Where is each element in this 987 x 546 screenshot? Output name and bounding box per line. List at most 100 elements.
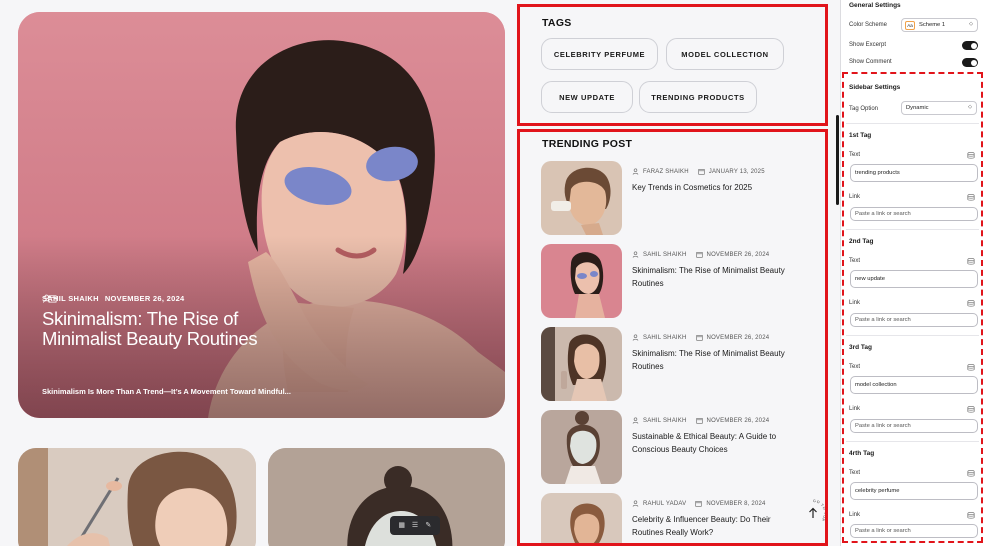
post-thumbnail[interactable] [541, 493, 622, 543]
tag-link-input[interactable]: Paste a link or search [850, 207, 978, 221]
post-thumbnail[interactable] [541, 327, 622, 401]
database-icon[interactable] [967, 152, 975, 159]
post-meta: SAHIL SHAIKH NOVEMBER 26, 2024 [632, 251, 769, 258]
post-date: JANUARY 13, 2025 [708, 168, 765, 175]
image-icon[interactable]: ▦ [398, 522, 406, 530]
database-icon[interactable] [967, 258, 975, 265]
featured-post-date: NOVEMBER 26, 2024 [104, 294, 185, 303]
tag-text-input[interactable]: new update [850, 270, 978, 288]
color-scheme-swatch: Aa [905, 20, 915, 30]
tag-group-heading: 3rd Tag [849, 344, 872, 351]
list-icon[interactable]: ☰ [411, 522, 419, 530]
post-title[interactable]: Key Trends in Cosmetics for 2025 [632, 181, 792, 194]
tag-text-input[interactable]: model collection [850, 376, 978, 394]
tag-link-label: Link [849, 512, 861, 518]
tag-link-input[interactable]: Paste a link or search [850, 419, 978, 433]
tag-model-collection[interactable]: MODEL COLLECTION [666, 38, 784, 70]
post-date: NOVEMBER 26, 2024 [706, 334, 770, 341]
tag-option-value: Dynamic [906, 105, 929, 111]
tag-new-update[interactable]: NEW UPDATE [541, 81, 633, 113]
post-thumbnail[interactable] [541, 244, 622, 318]
tag-option-label: Tag Option [849, 106, 879, 112]
show-comment-toggle[interactable] [962, 58, 978, 67]
database-icon[interactable] [967, 512, 975, 519]
post-title[interactable]: Sustainable & Ethical Beauty: A Guide to… [632, 430, 792, 456]
arrow-up-icon [809, 507, 817, 518]
color-scheme-label: Color Scheme [849, 22, 888, 28]
trending-post-item[interactable]: SAHIL SHAIKH NOVEMBER 26, 2024 Skinimali… [541, 327, 821, 401]
color-scheme-value: Scheme 1 [919, 22, 946, 28]
post-author[interactable]: FARAZ SHAIKH [643, 169, 689, 175]
divider [846, 441, 979, 442]
sidebar-settings-section: Sidebar Settings Tag Option Dynamic ◇ 1s… [842, 72, 983, 543]
chevron-down-icon: ◇ [969, 21, 973, 27]
database-icon[interactable] [967, 406, 975, 413]
post-author[interactable]: RAHUL YADAV [643, 501, 686, 507]
featured-post-card[interactable]: SAHIL SHAIKH NOVEMBER 26, 2024 Skinimali… [18, 12, 505, 418]
post-author[interactable]: SAHIL SHAIKH [643, 252, 687, 258]
calendar-icon [695, 335, 703, 341]
tag-link-input[interactable]: Paste a link or search [850, 524, 978, 538]
post-title[interactable]: Skinimalism: The Rise of Minimalist Beau… [632, 264, 792, 290]
tag-text-label: Text [849, 258, 861, 264]
divider [846, 229, 979, 230]
trending-post-item[interactable]: FARAZ SHAIKH JANUARY 13, 2025 Key Trends… [541, 161, 821, 235]
post-title[interactable]: Skinimalism: The Rise of Minimalist Beau… [632, 347, 792, 373]
tag-celebrity-perfume[interactable]: CELEBRITY PERFUME [541, 38, 658, 70]
post-thumbnail[interactable] [541, 410, 622, 484]
tag-text-input[interactable]: celebrity perfume [850, 482, 978, 500]
tags-title: TAGS [542, 17, 572, 29]
color-scheme-select[interactable]: Aa Scheme 1 ◇ [901, 18, 978, 32]
tag-group-heading: 4rth Tag [849, 450, 875, 457]
tag-link-label: Link [849, 300, 861, 306]
calendar-icon [695, 501, 702, 507]
divider [846, 123, 979, 124]
show-excerpt-toggle[interactable] [962, 41, 978, 50]
database-icon[interactable] [967, 364, 975, 371]
trending-post-item[interactable]: SAHIL SHAIKH NOVEMBER 26, 2024 Sustainab… [541, 410, 821, 484]
calendar-icon [698, 169, 705, 175]
sidebar-settings-heading: Sidebar Settings [849, 84, 901, 91]
tag-group-heading: 1st Tag [849, 132, 872, 139]
post-date: NOVEMBER 8, 2024 [706, 500, 766, 507]
tag-text-input[interactable]: trending products [850, 164, 978, 182]
calendar-icon [695, 252, 703, 258]
trending-post-item[interactable]: RAHUL YADAV NOVEMBER 8, 2024 Celebrity &… [541, 493, 821, 543]
post-card-image [268, 448, 505, 546]
show-excerpt-label: Show Excerpt [849, 42, 887, 48]
post-author[interactable]: SAHIL SHAIKH [643, 418, 687, 424]
database-icon[interactable] [967, 470, 975, 477]
tag-link-label: Link [849, 194, 861, 200]
edit-icon[interactable]: ✎ [424, 522, 432, 530]
tag-text-label: Text [849, 470, 861, 476]
floating-toolbar[interactable]: ▦ ☰ ✎ [390, 516, 440, 535]
tag-text-label: Text [849, 152, 861, 158]
post-meta: FARAZ SHAIKH JANUARY 13, 2025 [632, 168, 765, 175]
trending-post-item[interactable]: SAHIL SHAIKH NOVEMBER 26, 2024 Skinimali… [541, 244, 821, 318]
tag-link-label: Link [849, 406, 861, 412]
chevron-down-icon: ◇ [968, 104, 972, 110]
post-title[interactable]: Celebrity & Influencer Beauty: Do Their … [632, 513, 792, 539]
scrollbar[interactable] [836, 115, 839, 205]
featured-post-title[interactable]: Skinimalism: The Rise of Minimalist Beau… [42, 309, 282, 348]
database-icon[interactable] [967, 300, 975, 307]
author-icon [632, 417, 639, 424]
show-comment-label: Show Comment [849, 59, 892, 65]
post-author[interactable]: SAHIL SHAIKH [643, 335, 687, 341]
tag-group-heading: 2nd Tag [849, 238, 874, 245]
tag-trending-products[interactable]: TRENDING PRODUCTS [639, 81, 757, 113]
post-meta: RAHUL YADAV NOVEMBER 8, 2024 [632, 500, 766, 507]
post-card[interactable] [18, 448, 256, 546]
post-card[interactable] [268, 448, 505, 546]
back-to-top-button[interactable]: GO TO TOP [799, 499, 825, 527]
post-meta: SAHIL SHAIKH NOVEMBER 26, 2024 [632, 334, 769, 341]
calendar-icon [695, 418, 703, 424]
page: SAHIL SHAIKH NOVEMBER 26, 2024 Skinimali… [0, 0, 987, 546]
trending-post-title: TRENDING POST [542, 138, 633, 150]
featured-post-image [18, 12, 505, 418]
database-icon[interactable] [967, 194, 975, 201]
tags-section: TAGS CELEBRITY PERFUME MODEL COLLECTION … [517, 4, 828, 126]
tag-link-input[interactable]: Paste a link or search [850, 313, 978, 327]
tag-option-select[interactable]: Dynamic ◇ [901, 101, 977, 115]
post-thumbnail[interactable] [541, 161, 622, 235]
